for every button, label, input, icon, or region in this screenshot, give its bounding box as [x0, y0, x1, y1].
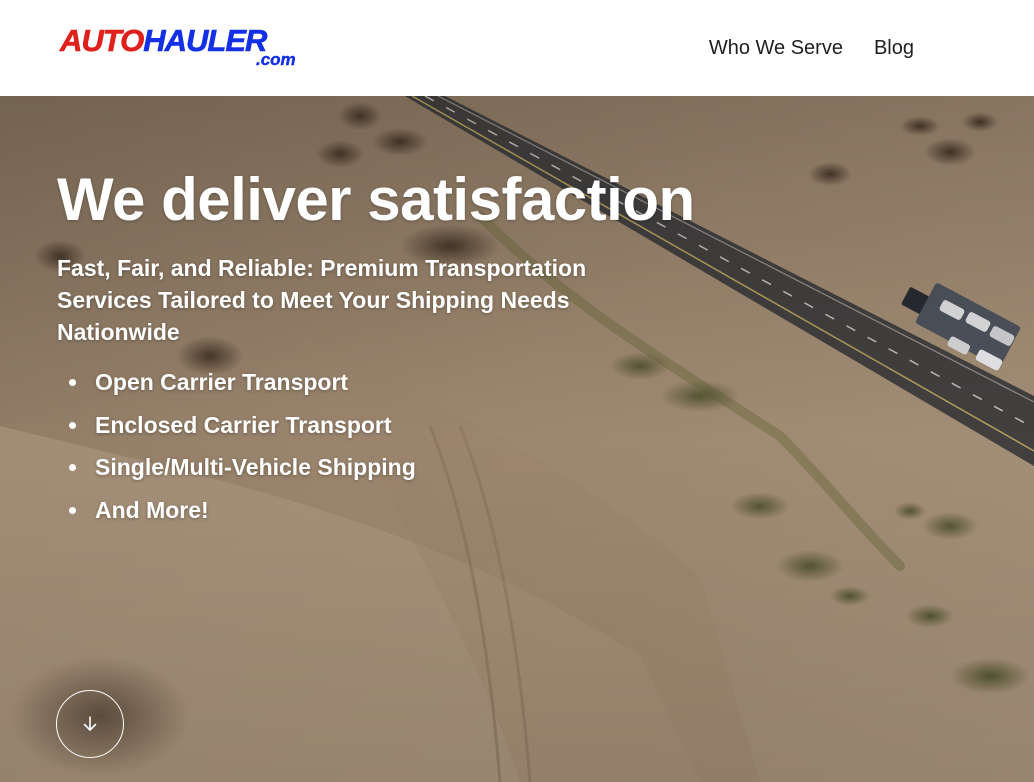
nav-item-blog[interactable]: Blog [874, 36, 914, 60]
services-list: Open Carrier Transport Enclosed Carrier … [57, 368, 737, 524]
logo-domain-text: .com [256, 50, 296, 69]
hero-subtitle: Fast, Fair, and Reliable: Premium Transp… [57, 255, 587, 345]
logo-wordmark: AUTOHAULER [60, 23, 268, 58]
service-item-multi-vehicle: Single/Multi-Vehicle Shipping [69, 453, 737, 481]
service-item-and-more: And More! [69, 496, 737, 524]
service-item-enclosed-carrier: Enclosed Carrier Transport [69, 411, 737, 439]
main-nav: Who We Serve Blog [709, 36, 914, 60]
scroll-down-button[interactable] [56, 690, 124, 758]
site-logo[interactable]: AUTOHAULER .com [60, 23, 310, 72]
hero-title: We deliver satisfaction [57, 166, 695, 233]
logo-hauler-text: HAULER [143, 23, 268, 58]
site-header: AUTOHAULER .com Who We Serve Blog [0, 0, 1034, 96]
service-item-open-carrier: Open Carrier Transport [69, 368, 737, 396]
arrow-down-icon [83, 716, 97, 731]
logo-auto-text: AUTO [60, 23, 145, 58]
nav-item-who-we-serve[interactable]: Who We Serve [709, 36, 843, 60]
hero-section: We deliver satisfaction Fast, Fair, and … [0, 96, 1034, 782]
hero-content: We deliver satisfaction Fast, Fair, and … [57, 164, 737, 538]
